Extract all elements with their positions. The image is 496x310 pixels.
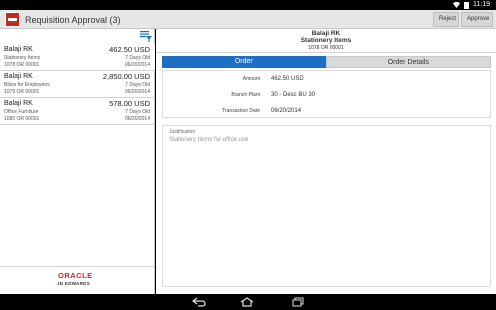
field-label: Branch Plant	[231, 92, 260, 98]
oracle-logo: ORACLE	[58, 271, 93, 280]
status-bar: 11:19	[0, 0, 496, 10]
list-item-name: Balaji RK	[4, 73, 33, 80]
list-item-date: 06/20/2014	[124, 116, 150, 122]
list-item-amount: 578.00 USD	[109, 99, 150, 108]
approve-button[interactable]: Approve	[461, 12, 493, 27]
list-item-order: 1078 OR 00001	[4, 62, 40, 68]
requisition-detail-panel: Balaji RK Stationery Items 1078 OR 00001…	[156, 29, 496, 294]
field-value: 30 - Desc BU 30	[271, 92, 316, 98]
list-item-date: 06/20/2014	[124, 89, 150, 95]
detail-header: Balaji RK Stationery Items 1078 OR 00001	[156, 29, 496, 53]
list-item-description: Stationery Items	[4, 55, 41, 61]
detail-tabs: Order Order Details	[162, 56, 491, 68]
app-logo-icon	[5, 12, 20, 27]
list-item[interactable]: Balaji RK 462.50 USD Stationery Items 7 …	[0, 44, 155, 71]
filter-icon[interactable]	[140, 31, 152, 42]
list-item-age: 7 Days Old	[125, 82, 150, 88]
requisition-list-panel: Balaji RK 462.50 USD Stationery Items 7 …	[0, 29, 155, 294]
field-row-transaction-date: Transaction Date 06/20/2014	[163, 103, 490, 119]
navigation-bar	[0, 294, 496, 310]
field-value: 462.50 USD	[271, 76, 304, 82]
list-item[interactable]: Balaji RK 578.00 USD Office Furniture 7 …	[0, 98, 155, 125]
detail-order-number: 1078 OR 00001	[308, 45, 344, 51]
justification-box: Justification Stationery Items for offic…	[162, 125, 491, 287]
app-title: Requisition Approval (3)	[25, 15, 121, 25]
list-item-age: 7 Days Old	[125, 55, 150, 61]
requisition-list: Balaji RK 462.50 USD Stationery Items 7 …	[0, 44, 155, 125]
status-time: 11:19	[473, 1, 490, 8]
field-value: 06/20/2014	[271, 108, 302, 114]
detail-requester-name: Balaji RK	[311, 30, 341, 37]
recent-apps-icon[interactable]	[291, 297, 305, 307]
status-indicators: 11:19	[453, 1, 490, 9]
list-item-name: Balaji RK	[4, 100, 33, 107]
list-item-date: 06/20/2014	[124, 62, 150, 68]
sidebar-footer: ORACLE JD EDWARDS	[0, 266, 155, 294]
back-icon[interactable]	[192, 297, 206, 307]
list-item-amount: 2,850.00 USD	[102, 72, 150, 81]
list-item-order: 1080 OR 00001	[4, 116, 40, 122]
order-fields: Amount 462.50 USD Branch Plant 30 - Desc…	[162, 70, 491, 118]
list-item-amount: 462.50 USD	[109, 45, 150, 54]
jd-edwards-logo: JD EDWARDS	[57, 281, 91, 286]
list-item-description: Office Furniture	[4, 109, 39, 115]
reject-button[interactable]: Reject	[433, 12, 459, 27]
action-bar: Requisition Approval (3) Reject Approve	[0, 10, 496, 29]
field-label: Amount	[242, 76, 260, 82]
list-item-order: 1079 OR 00001	[4, 89, 40, 95]
field-label: Transaction Date	[222, 108, 260, 114]
battery-icon	[464, 1, 469, 9]
tab-order-details[interactable]: Order Details	[325, 56, 491, 68]
tab-order[interactable]: Order	[162, 56, 326, 68]
field-row-branch-plant: Branch Plant 30 - Desc BU 30	[163, 87, 490, 103]
list-item-age: 7 Days Old	[125, 109, 150, 115]
field-row-amount: Amount 462.50 USD	[163, 71, 490, 87]
list-item-description: Bikes for Employees	[4, 82, 50, 88]
wifi-icon	[453, 2, 460, 8]
justification-text: Stationery Items for office use	[169, 137, 249, 143]
home-icon[interactable]	[240, 297, 254, 307]
justification-label: Justification	[169, 129, 196, 135]
list-item-name: Balaji RK	[4, 46, 33, 53]
list-item[interactable]: Balaji RK 2,850.00 USD Bikes for Employe…	[0, 71, 155, 98]
detail-description: Stationery Items	[300, 37, 352, 44]
